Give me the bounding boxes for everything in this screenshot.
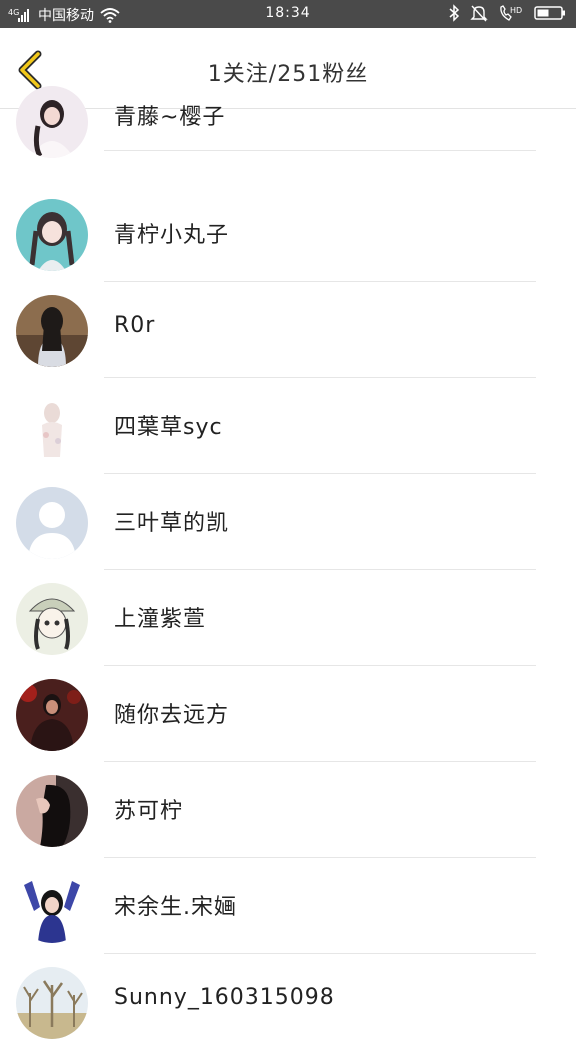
follower-name: R0r bbox=[114, 313, 156, 338]
avatar bbox=[16, 583, 88, 655]
follower-name: 上潼紫萱 bbox=[114, 607, 207, 632]
list-item[interactable]: 随你去远方 bbox=[0, 666, 576, 762]
avatar bbox=[16, 199, 88, 271]
list-item[interactable]: 宋余生.宋婳 bbox=[0, 858, 576, 954]
avatar bbox=[16, 679, 88, 751]
follower-name: 青柠小丸子 bbox=[114, 223, 230, 248]
follower-name: 四葉草syc bbox=[114, 415, 223, 440]
status-right: HD bbox=[448, 4, 566, 22]
bluetooth-icon bbox=[448, 4, 460, 22]
follower-name: Sunny_160315098 bbox=[114, 985, 335, 1010]
list-item[interactable]: R0r bbox=[0, 282, 576, 378]
avatar bbox=[16, 295, 88, 367]
mute-icon bbox=[470, 4, 488, 22]
list-item[interactable]: 上潼紫萱 bbox=[0, 570, 576, 666]
follower-name: 青藤~樱子 bbox=[114, 105, 226, 130]
list-item[interactable]: 四葉草syc bbox=[0, 378, 576, 474]
avatar bbox=[16, 775, 88, 847]
list-item[interactable]: 三叶草的凯 bbox=[0, 474, 576, 570]
list-item[interactable]: 青藤~樱子 bbox=[0, 74, 576, 170]
avatar bbox=[16, 871, 88, 943]
avatar bbox=[16, 967, 88, 1039]
status-bar: 4G 中国移动 18:34 HD bbox=[0, 0, 576, 28]
avatar bbox=[16, 487, 88, 559]
battery-icon bbox=[534, 5, 566, 21]
call-hd-icon: HD bbox=[498, 4, 524, 22]
follower-name: 三叶草的凯 bbox=[114, 511, 230, 536]
divider bbox=[104, 150, 536, 151]
follower-name: 苏可柠 bbox=[114, 799, 184, 824]
list-item[interactable]: 苏可柠 bbox=[0, 762, 576, 858]
follower-name: 随你去远方 bbox=[114, 703, 230, 728]
follower-name: 宋余生.宋婳 bbox=[114, 895, 237, 920]
hd-label: HD bbox=[510, 6, 522, 15]
avatar bbox=[16, 86, 88, 158]
list-item[interactable]: Sunny_160315098 bbox=[0, 954, 576, 1050]
list-item[interactable]: 青柠小丸子 bbox=[0, 186, 576, 282]
avatar bbox=[16, 391, 88, 463]
